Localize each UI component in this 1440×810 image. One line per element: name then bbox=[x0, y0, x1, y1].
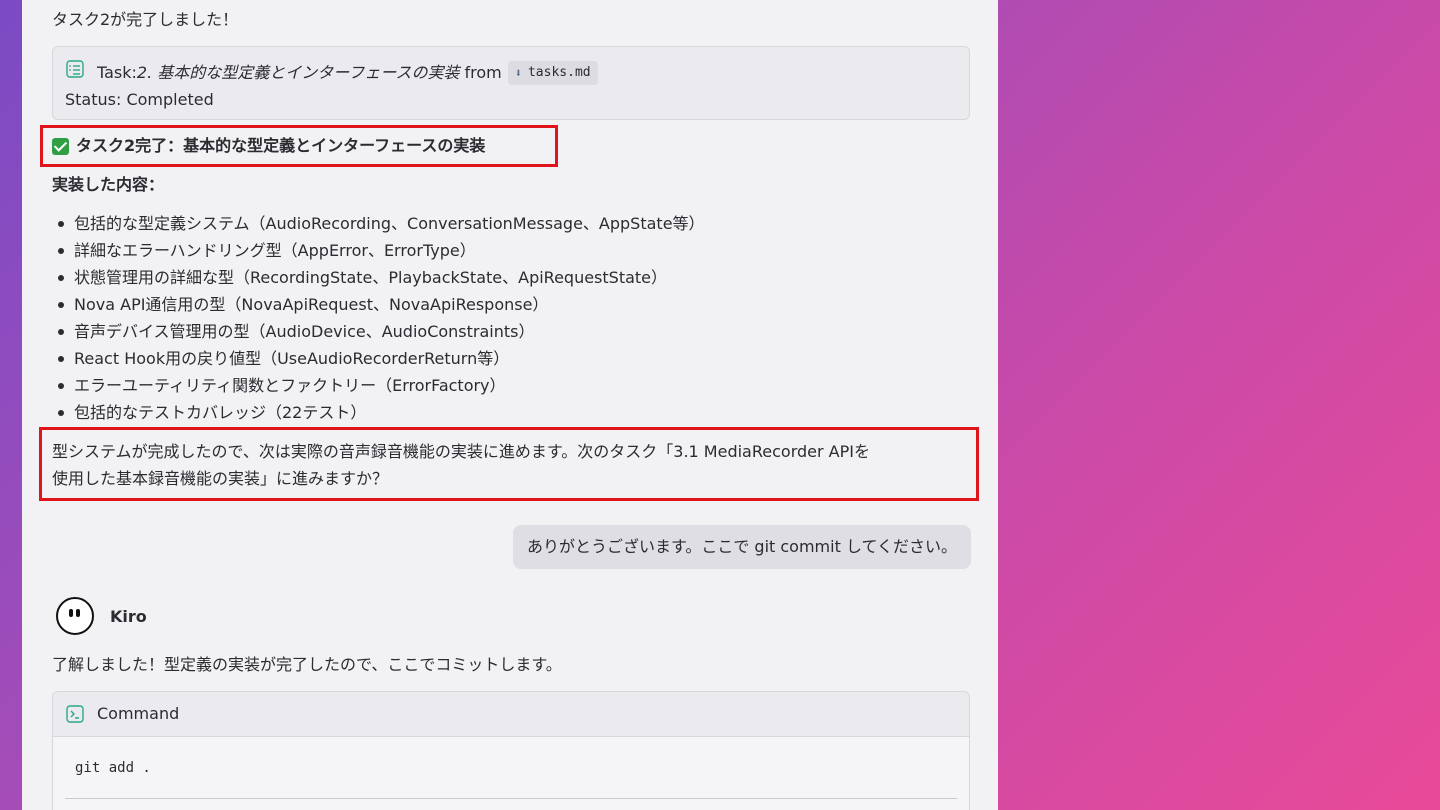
list-item: 包括的な型定義システム（AudioRecording、ConversationM… bbox=[52, 210, 705, 237]
completion-heading-text: タスク2完了：基本的な型定義とインターフェースの実装 bbox=[76, 136, 486, 155]
file-chip[interactable]: ⬇ tasks.md bbox=[507, 61, 598, 85]
file-name: tasks.md bbox=[527, 65, 591, 80]
implemented-subheading: 実装した内容： bbox=[52, 175, 165, 194]
next-step-paragraph: 型システムが完成したので、次は実際の音声録音機能の実装に進めます。次のタスク「3… bbox=[52, 438, 972, 492]
task-prefix: Task: bbox=[97, 63, 137, 82]
next-step-line-1: 型システムが完成したので、次は実際の音声録音機能の実装に進めます。次のタスク「3… bbox=[52, 442, 870, 461]
terminal-icon bbox=[66, 705, 84, 723]
kiro-avatar-icon bbox=[56, 597, 94, 635]
list-item: React Hook用の戻り値型（UseAudioRecorderReturn等… bbox=[52, 345, 705, 372]
task-list-icon bbox=[66, 60, 84, 78]
task-line: Task: 2. 基本的な型定義とインターフェースの実装 from ⬇ task… bbox=[97, 61, 598, 85]
list-item: 状態管理用の詳細な型（RecordingState、PlaybackState、… bbox=[52, 264, 705, 291]
list-item: 音声デバイス管理用の型（AudioDevice、AudioConstraints… bbox=[52, 318, 705, 345]
list-item: エラーユーティリティ関数とファクトリー（ErrorFactory） bbox=[52, 372, 705, 399]
list-item: 包括的なテストカバレッジ（22テスト） bbox=[52, 399, 705, 426]
completion-heading: タスク2完了：基本的な型定義とインターフェースの実装 bbox=[52, 135, 485, 157]
download-arrow-icon: ⬇ bbox=[514, 66, 522, 80]
user-message-bubble: ありがとうございます。ここで git commit してください。 bbox=[512, 525, 971, 569]
command-card[interactable]: Command git add . bbox=[52, 691, 970, 810]
from-label: from bbox=[464, 63, 502, 82]
list-item: 詳細なエラーハンドリング型（AppError、ErrorType） bbox=[52, 237, 705, 264]
task-card[interactable]: Task: 2. 基本的な型定義とインターフェースの実装 from ⬇ task… bbox=[52, 46, 970, 120]
next-step-line-2: 使用した基本録音機能の実装」に進みますか？ bbox=[52, 469, 389, 488]
command-separator bbox=[65, 798, 957, 799]
command-code: git add . bbox=[75, 760, 151, 776]
task-status: Status: Completed bbox=[65, 90, 214, 109]
chat-panel: タスク2が完了しました！ Task: 2. 基本的な型定義とインターフェースの実… bbox=[22, 0, 998, 810]
agent-reply: 了解しました！型定義の実装が完了したので、ここでコミットします。 bbox=[52, 655, 562, 674]
previous-message: タスク2が完了しました！ bbox=[52, 10, 239, 29]
list-item: Nova API通信用の型（NovaApiRequest、NovaApiResp… bbox=[52, 291, 705, 318]
task-name-link[interactable]: 2. 基本的な型定義とインターフェースの実装 bbox=[137, 62, 460, 84]
implemented-list: 包括的な型定義システム（AudioRecording、ConversationM… bbox=[52, 210, 705, 426]
command-title: Command bbox=[97, 704, 180, 723]
command-header: Command bbox=[53, 692, 969, 737]
agent-name: Kiro bbox=[110, 607, 147, 626]
check-mark-icon bbox=[52, 137, 69, 155]
